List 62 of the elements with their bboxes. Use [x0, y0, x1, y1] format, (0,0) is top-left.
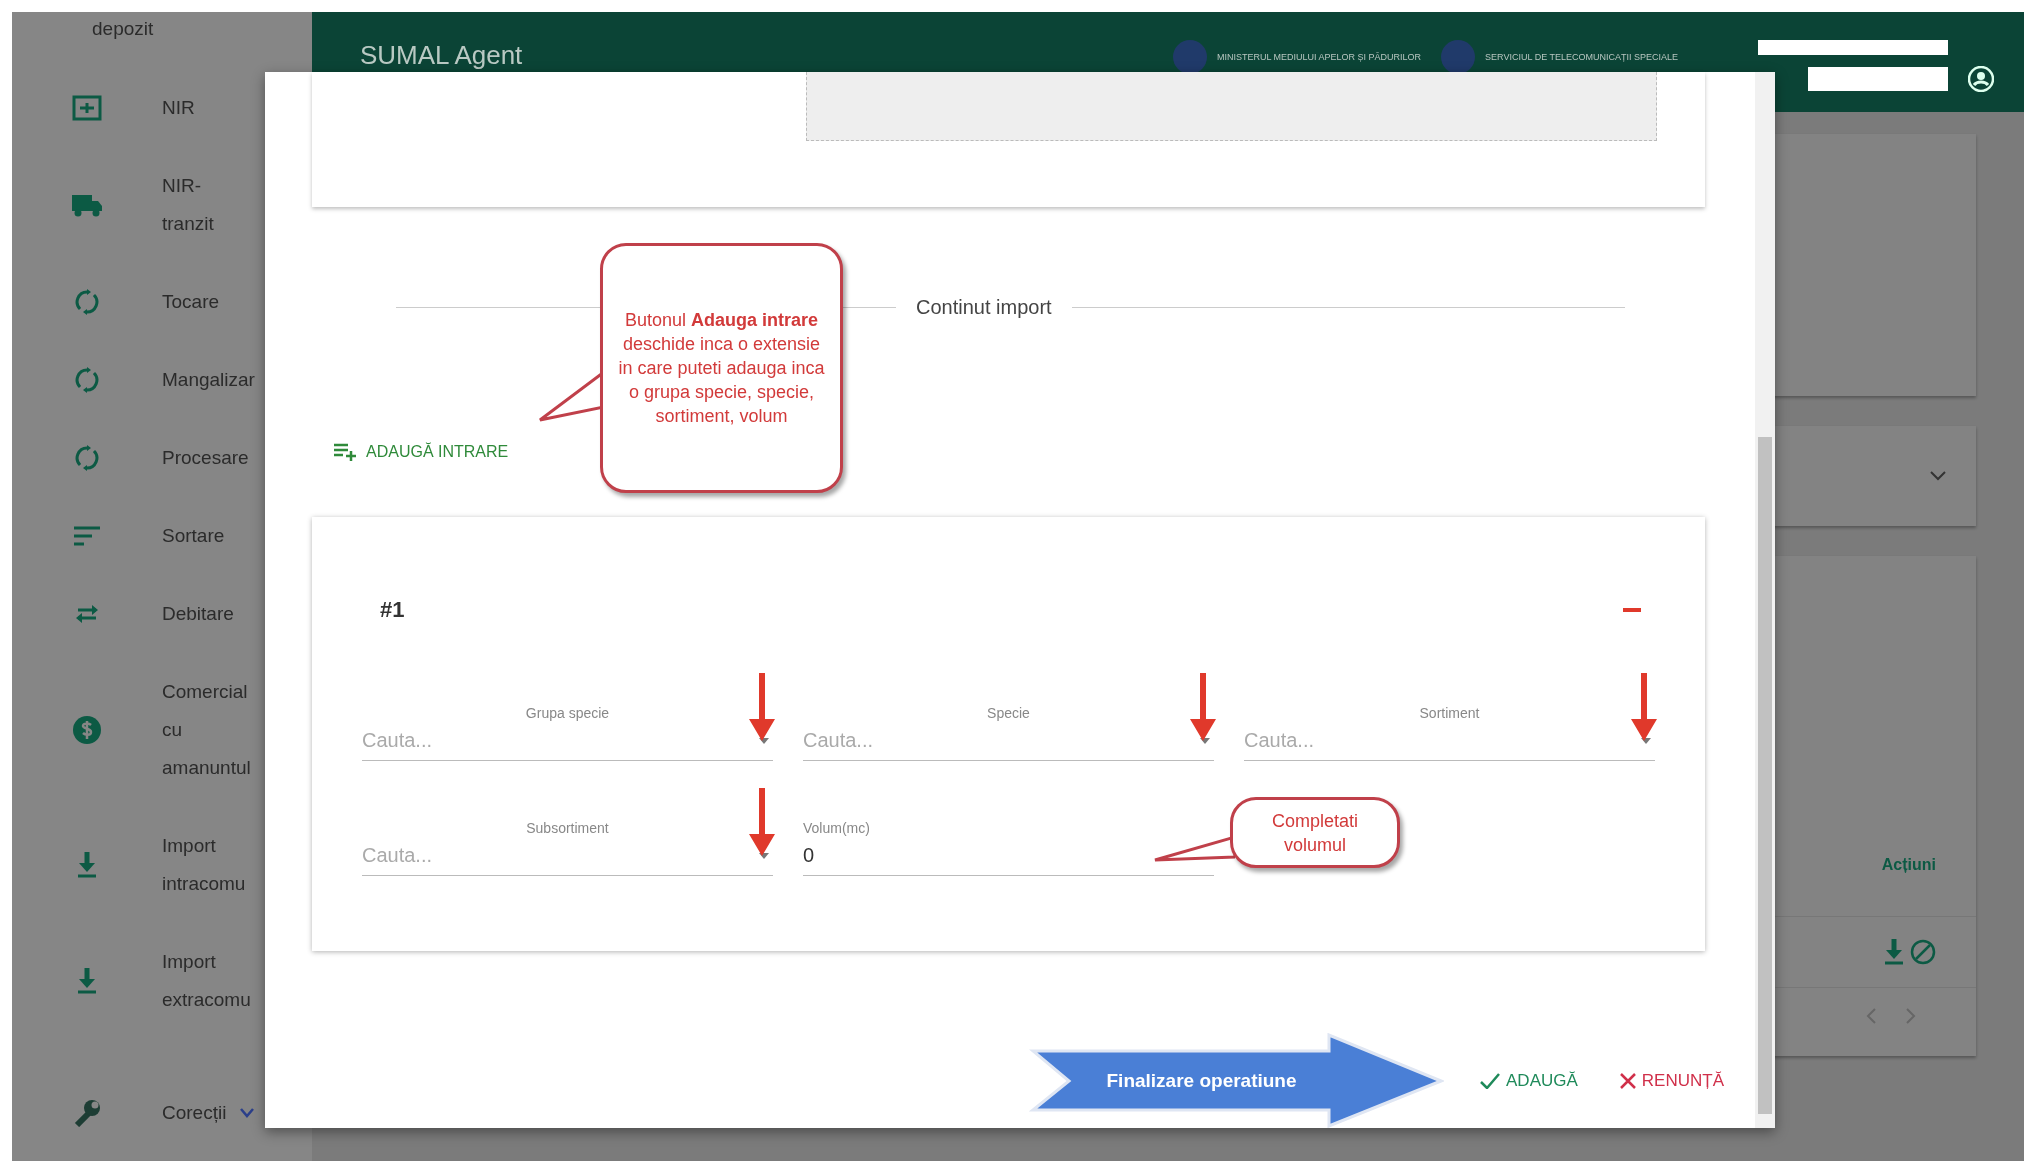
menu-item[interactable]: Procesare [162, 439, 249, 477]
menu-item[interactable]: Import intracomu [162, 827, 246, 903]
seal-icon [1441, 40, 1476, 74]
caret-down-icon [1641, 738, 1651, 745]
add-entry-button[interactable]: ADAUGĂ INTRARE [330, 439, 513, 466]
wrench-icon [73, 1099, 101, 1127]
scrollbar[interactable] [1755, 72, 1775, 1128]
menu-item[interactable]: NIR [162, 89, 195, 127]
seal-icon [1172, 40, 1207, 74]
block-icon[interactable] [1910, 939, 1936, 965]
annotation-arrow: Finalizare operatiune [1029, 1033, 1445, 1128]
caret-down-icon [759, 738, 769, 745]
check-icon [1480, 1072, 1501, 1089]
logo-caption: SERVICIUL DE TELECOMUNICAȚII SPECIALE [1485, 52, 1678, 62]
menu-item[interactable]: Mangalizar [162, 361, 255, 399]
caret-down-icon [759, 853, 769, 860]
logo-caption: MINISTERUL MEDIULUI APELOR ȘI PĂDURILOR [1216, 52, 1422, 62]
dollar-icon [73, 716, 101, 744]
chevron-right-icon[interactable] [1906, 1008, 1916, 1024]
menu-item[interactable]: Corecții [162, 1094, 227, 1132]
swap-icon [74, 604, 100, 624]
refresh-icon [75, 367, 99, 393]
menu-item[interactable]: Import extracomu [162, 943, 251, 1019]
caret-down-icon [1200, 738, 1210, 745]
user-icon[interactable] [1968, 66, 1994, 92]
playlist-add-icon [334, 443, 358, 462]
close-icon [1619, 1072, 1636, 1089]
remove-icon[interactable] [1623, 608, 1641, 613]
select-field[interactable]: Cauta... [1244, 721, 1655, 762]
download-icon [1884, 939, 1904, 965]
menu-item[interactable]: Sortare [162, 517, 225, 555]
field-label: Grupa specie [525, 705, 610, 722]
add-button[interactable]: ADAUGĂ [1474, 1064, 1584, 1097]
download-icon [77, 852, 97, 878]
menu-item[interactable]: Tocare [162, 283, 220, 321]
field-label: Volum(mc) [803, 820, 870, 837]
callout-bubble: Completati volumul [1230, 797, 1400, 868]
truck-icon [72, 193, 102, 217]
refresh-icon [75, 445, 99, 471]
callout-bubble: Butonul Adauga intrare deschide inca o extensie in care puteti adauga inca o grupa specie, specie, sortiment, volum [600, 243, 843, 493]
field-label: Specie [987, 705, 1030, 722]
menu-item[interactable]: NIR- tranzit [162, 167, 214, 243]
field-label: Subsortiment [526, 820, 609, 837]
document-icon [72, 95, 102, 121]
menu-item[interactable]: Comercial cu amanuntul [162, 673, 251, 787]
chevron-down-icon[interactable] [240, 1108, 255, 1118]
app-title: SUMAL Agent [360, 40, 523, 71]
select-field[interactable]: Cauta... [803, 721, 1214, 762]
refresh-icon [75, 289, 99, 315]
cancel-button[interactable]: RENUNȚĂ [1613, 1064, 1730, 1097]
download-icon [77, 968, 97, 994]
column-header: Acțiuni [1881, 856, 1936, 875]
chevron-down-icon[interactable] [1930, 471, 1946, 481]
entry-number: #1 [380, 597, 405, 624]
select-field[interactable]: Cauta... [362, 836, 773, 877]
sort-icon [74, 526, 100, 546]
chevron-left-icon[interactable] [1866, 1008, 1876, 1024]
menu-label[interactable]: depozit [12, 18, 154, 40]
field-label: Sortiment [1419, 705, 1480, 722]
section-title: Continut import [916, 296, 1052, 320]
menu-item[interactable]: Debitare [162, 595, 234, 633]
select-field[interactable]: Cauta... [362, 721, 773, 762]
